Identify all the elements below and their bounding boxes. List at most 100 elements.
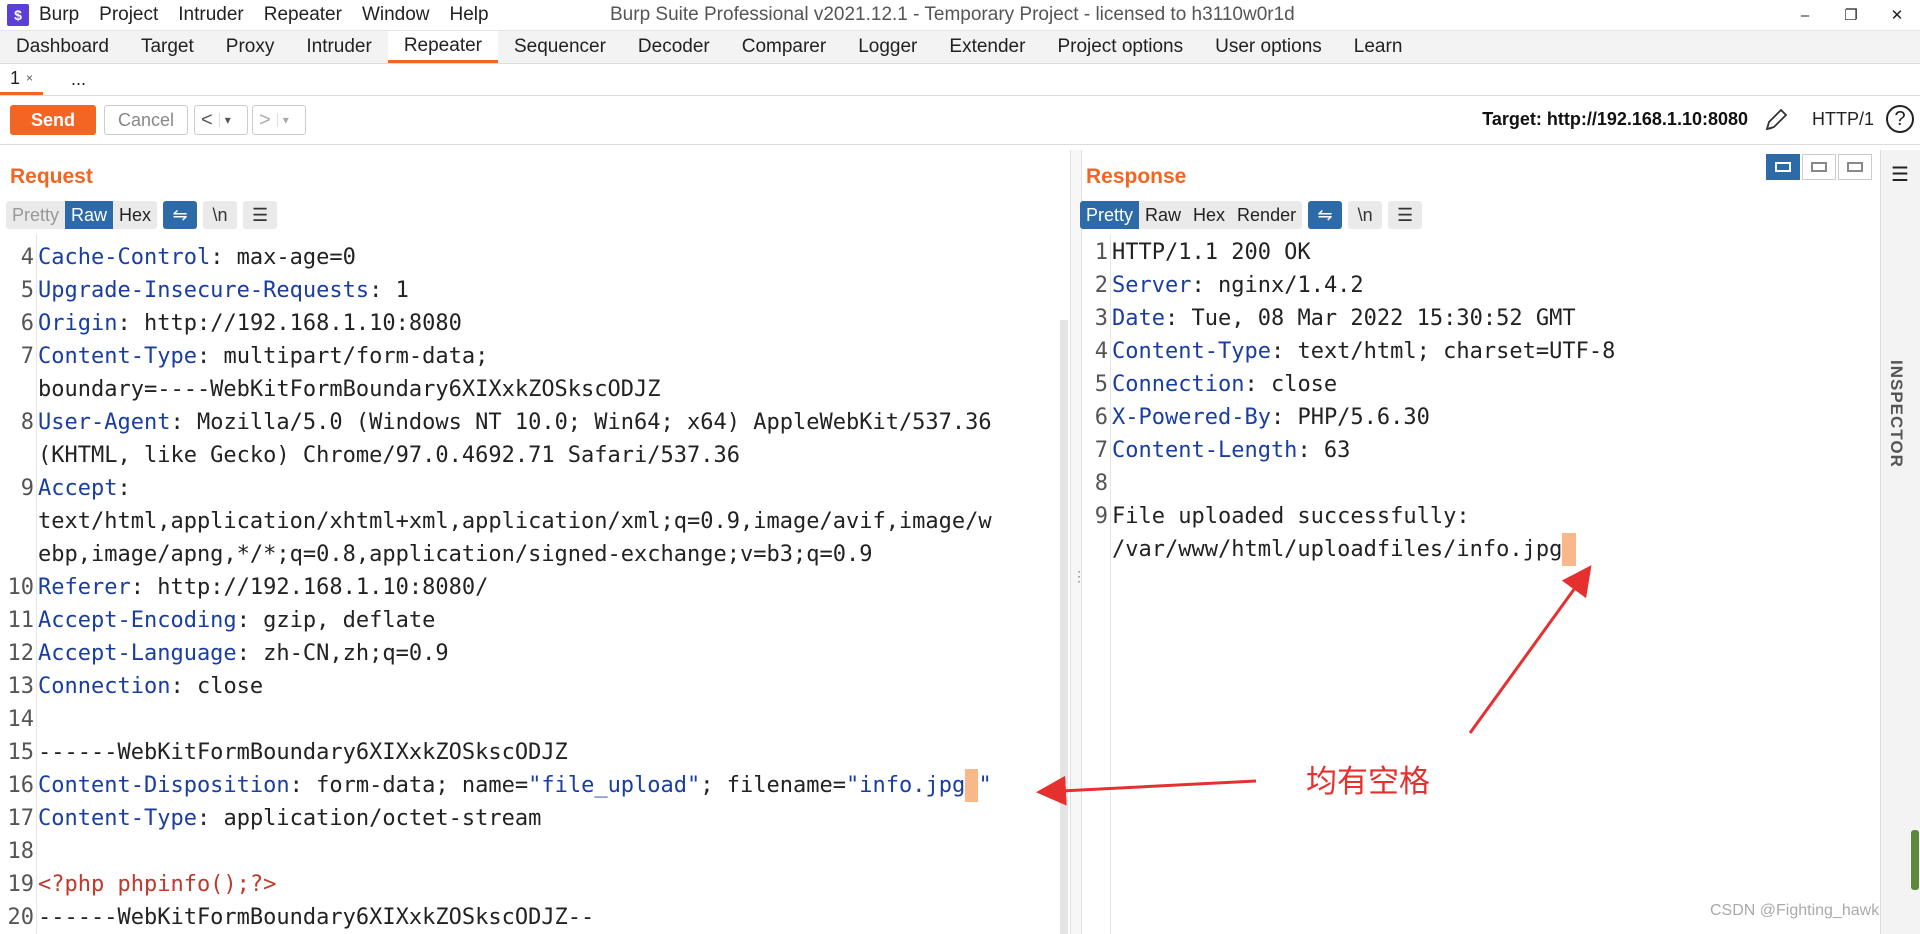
inspector-tab[interactable]: INSPECTOR [1886, 360, 1906, 468]
word-wrap-icon[interactable]: ⇋ [1308, 201, 1343, 229]
tool-tabs: Dashboard Target Proxy Intruder Repeater… [0, 31, 1920, 64]
close-tab-icon[interactable]: × [26, 71, 33, 85]
editor-line: 18 [7, 839, 35, 864]
chevron-down-icon[interactable]: ▾ [218, 113, 236, 127]
editor-line: ebp,image/apng,*/*;q=0.8,application/sig… [38, 542, 873, 567]
window-controls: – ❐ ✕ [1782, 0, 1920, 30]
help-icon[interactable]: ? [1886, 105, 1914, 133]
request-raw-button[interactable]: Raw [65, 201, 114, 229]
window-title: Burp Suite Professional v2021.12.1 - Tem… [610, 4, 1295, 25]
tab-intruder[interactable]: Intruder [290, 31, 387, 63]
menu-intruder[interactable]: Intruder [178, 4, 243, 26]
editor-line: 15 ------WebKitFormBoundary6XIXxkZOSkscOD… [7, 740, 568, 765]
editor-line: 6 Origin: http://192.168.1.10:8080 [20, 311, 462, 336]
pencil-icon[interactable] [1762, 106, 1790, 134]
repeater-sub-tabs: 1 × ... [0, 64, 1920, 96]
request-scrollbar[interactable] [1060, 320, 1068, 934]
split-vertical-icon[interactable] [1802, 154, 1836, 180]
watermark: CSDN @Fighting_hawk [1710, 902, 1880, 919]
http-version-selector[interactable]: HTTP/1 [1812, 109, 1874, 130]
repeater-toolbar: Send Cancel < ▾ > ▾ Target: http://192.168… [0, 96, 1920, 145]
send-button[interactable]: Send [10, 105, 96, 135]
tabs-layout-icon[interactable] [1838, 154, 1872, 180]
history-back-button[interactable]: < ▾ [194, 105, 248, 135]
response-editor[interactable]: 1 HTTP/1.1 200 OK 2 Server: nginx/1.4.2 3D… [1078, 236, 1868, 566]
editor-line-upload-path: /var/www/html/uploadfiles/info.jpg [1078, 533, 1868, 566]
tab-logger[interactable]: Logger [842, 31, 933, 63]
request-pretty-button[interactable]: Pretty [6, 201, 65, 229]
history-forward-button[interactable]: > ▾ [252, 105, 306, 135]
editor-line: text/html,application/xhtml+xml,applicat… [38, 509, 992, 534]
request-editor[interactable]: 4 Cache-Control: max-age=0 5 Upgrade-Insec… [4, 241, 1056, 934]
target-url: Target: http://192.168.1.10:8080 [1482, 109, 1748, 129]
tab-repeater[interactable]: Repeater [387, 31, 498, 63]
editor-line-content-disposition: 16 Content-Disposition: form-data; name= "… [4, 769, 1056, 802]
editor-line: 7 Content-Type: multipart/form-data; [20, 344, 489, 369]
minimize-icon[interactable]: – [1782, 0, 1828, 30]
menu-window[interactable]: Window [362, 4, 430, 26]
request-format-bar: Pretty Raw Hex ⇋ \n ☰ [6, 201, 278, 229]
editor-line: 7 Content-Length: 63 [1094, 438, 1351, 463]
editor-line: 5 Connection: close [1094, 372, 1338, 397]
tab-learn[interactable]: Learn [1338, 31, 1419, 63]
menu-help[interactable]: Help [450, 4, 489, 26]
layout-toggle [1766, 154, 1874, 180]
close-window-icon[interactable]: ✕ [1874, 0, 1920, 30]
editor-line: 10 Referer: http://192.168.1.10:8080/ [7, 575, 489, 600]
menu-burp[interactable]: Burp [39, 4, 79, 26]
tab-target[interactable]: Target [125, 31, 210, 63]
annotation-text: 均有空格 [1306, 764, 1430, 799]
trailing-space-highlight [965, 769, 979, 802]
request-hex-button[interactable]: Hex [113, 201, 157, 229]
repeater-tab-label: 1 [10, 67, 21, 88]
tab-dashboard[interactable]: Dashboard [0, 31, 125, 63]
editor-line: 1 HTTP/1.1 200 OK [1094, 240, 1311, 265]
restore-icon[interactable]: ❐ [1828, 0, 1874, 30]
title-bar: $ Burp Project Intruder Repeater Window … [0, 0, 1920, 31]
inspector-menu-icon[interactable]: ☰ [1891, 162, 1909, 187]
tab-sequencer[interactable]: Sequencer [498, 31, 622, 63]
newline-toggle-button[interactable]: \n [203, 201, 238, 229]
editor-line: 9 Accept: [20, 476, 131, 501]
editor-line: boundary=----WebKitFormBoundary6XIXxkZOS… [38, 377, 661, 402]
request-title: Request [10, 165, 93, 188]
response-raw-button[interactable]: Raw [1139, 201, 1187, 229]
menu-repeater[interactable]: Repeater [264, 4, 342, 26]
editor-line: 8 [1094, 471, 1108, 496]
editor-line: 3 Date: Tue, 08 Mar 2022 15:30:52 GMT [1094, 306, 1576, 331]
menu-icon[interactable]: ☰ [243, 201, 278, 229]
word-wrap-icon[interactable]: ⇋ [163, 201, 198, 229]
menu-project[interactable]: Project [99, 4, 158, 26]
response-render-button[interactable]: Render [1231, 201, 1302, 229]
response-pretty-button[interactable]: Pretty [1080, 201, 1140, 229]
tab-user-options[interactable]: User options [1199, 31, 1338, 63]
newline-toggle-button[interactable]: \n [1348, 201, 1383, 229]
request-format-group: Pretty Raw Hex [6, 201, 158, 229]
split-horizontal-icon[interactable] [1766, 154, 1800, 180]
burp-logo-icon: $ [7, 4, 29, 26]
response-format-bar: Pretty Raw Hex Render ⇋ \n ☰ [1080, 201, 1423, 229]
chevron-down-icon[interactable]: ▾ [276, 113, 294, 127]
back-arrow-icon: < [201, 108, 213, 131]
tab-extender[interactable]: Extender [933, 31, 1041, 63]
editor-line: 4 Cache-Control: max-age=0 [20, 245, 356, 270]
cancel-button[interactable]: Cancel [104, 105, 188, 135]
editor-line: 12 Accept-Language: zh-CN,zh;q=0.9 [7, 641, 449, 666]
editor-line: (KHTML, like Gecko) Chrome/97.0.4692.71 … [38, 443, 740, 468]
splitter-grip-icon: ⋮ [1072, 568, 1086, 584]
editor-line: 9 File uploaded successfully: [1094, 504, 1470, 529]
editor-line: 5 Upgrade-Insecure-Requests: 1 [20, 278, 409, 303]
forward-arrow-icon: > [259, 108, 271, 131]
inspector-scrollbar[interactable] [1911, 830, 1919, 890]
tab-proxy[interactable]: Proxy [210, 31, 291, 63]
repeater-tab-1[interactable]: 1 × [0, 64, 44, 95]
new-tab-button[interactable]: ... [61, 64, 96, 95]
menu-icon[interactable]: ☰ [1388, 201, 1423, 229]
tab-project-options[interactable]: Project options [1041, 31, 1199, 63]
tab-decoder[interactable]: Decoder [622, 31, 726, 63]
response-title: Response [1086, 165, 1187, 188]
editor-line: 6 X-Powered-By: PHP/5.6.30 [1094, 405, 1430, 430]
response-hex-button[interactable]: Hex [1187, 201, 1231, 229]
tab-comparer[interactable]: Comparer [726, 31, 842, 63]
editor-line: 13 Connection: close [7, 674, 264, 699]
